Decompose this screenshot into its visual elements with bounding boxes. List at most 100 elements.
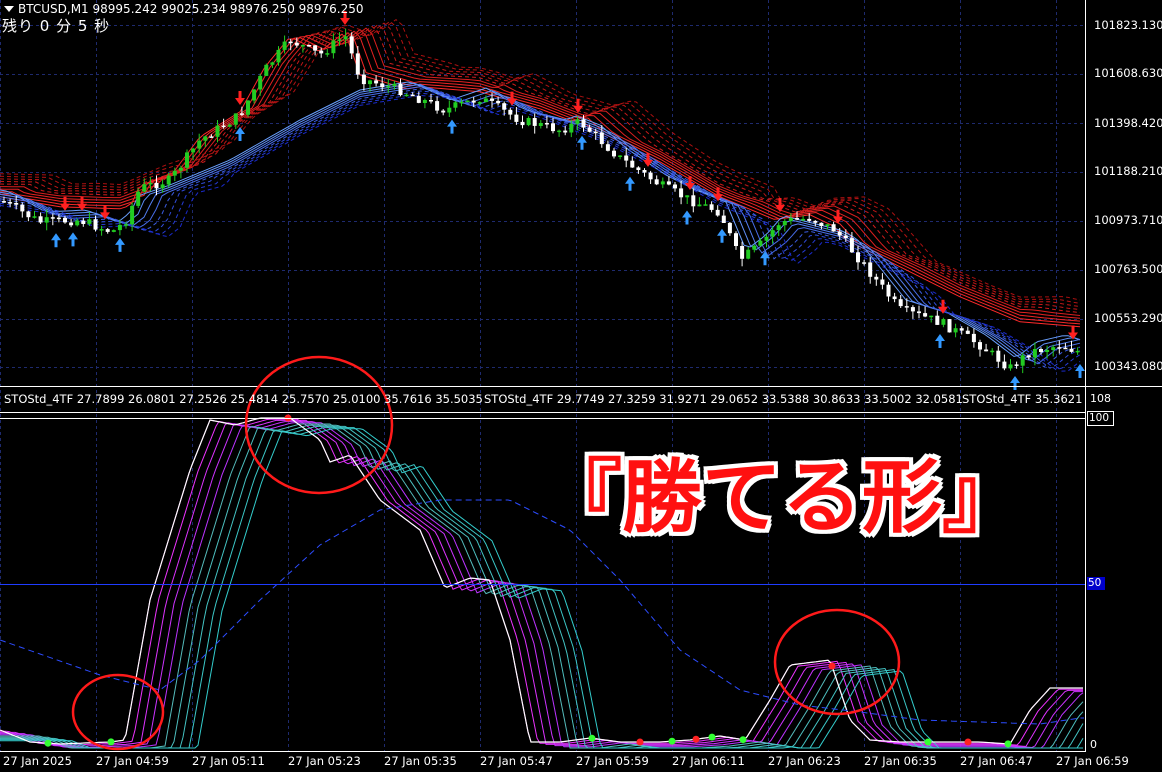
time-axis-label: 27 Jan 06:59 bbox=[1056, 754, 1129, 768]
candle-body bbox=[874, 276, 879, 280]
time-axis-label: 27 Jan 04:59 bbox=[96, 754, 169, 768]
candle-body bbox=[770, 230, 775, 237]
candle-body bbox=[1032, 349, 1037, 358]
candle-body bbox=[526, 118, 531, 126]
candle-body bbox=[313, 45, 318, 51]
up-arrow-icon bbox=[447, 119, 457, 134]
indicator-title: STOStd_4TF 29.7749 27.3259 31.9271 29.06… bbox=[484, 392, 963, 406]
candle-body bbox=[154, 182, 159, 189]
signal-dot bbox=[739, 736, 747, 744]
chart-frame bbox=[0, 0, 1162, 752]
candle-body bbox=[349, 36, 354, 54]
ribbon-upper-line bbox=[0, 20, 1081, 304]
down-arrow-icon bbox=[938, 299, 948, 314]
candle-body bbox=[130, 205, 135, 225]
signal-dot bbox=[708, 733, 716, 741]
candle-body bbox=[148, 182, 153, 185]
candle-body bbox=[429, 100, 433, 102]
candle-body bbox=[971, 333, 976, 343]
candle-body bbox=[14, 203, 19, 205]
candle-body bbox=[477, 102, 482, 104]
candle-body bbox=[984, 349, 989, 352]
candle-body bbox=[453, 102, 458, 108]
candle-body bbox=[160, 184, 165, 189]
candle-body bbox=[124, 224, 128, 226]
time-axis-label: 27 Jan 05:35 bbox=[384, 754, 457, 768]
candle-body bbox=[282, 41, 287, 50]
candle-body bbox=[117, 225, 122, 231]
candle-body bbox=[843, 235, 848, 239]
candle-body bbox=[862, 262, 867, 264]
trading-chart[interactable] bbox=[0, 0, 1162, 772]
up-arrow-icon bbox=[68, 232, 78, 247]
up-arrow-icon bbox=[717, 228, 727, 243]
candle-body bbox=[422, 100, 427, 103]
candle-body bbox=[343, 36, 348, 40]
indicator-scale-max: 108 bbox=[1090, 392, 1111, 405]
candle-body bbox=[1039, 349, 1043, 352]
candle-body bbox=[849, 238, 854, 253]
candle-body bbox=[801, 218, 806, 221]
candle-body bbox=[764, 236, 769, 241]
candle-body bbox=[557, 130, 562, 133]
candle-body bbox=[246, 100, 250, 115]
candle-body bbox=[502, 103, 507, 110]
price-axis-label: 100553.290 bbox=[1094, 311, 1162, 325]
candle-body bbox=[776, 225, 781, 231]
candle-body bbox=[819, 222, 824, 226]
candle-body bbox=[520, 121, 525, 126]
candle-body bbox=[386, 85, 391, 88]
candle-body bbox=[1057, 347, 1062, 349]
candle-body bbox=[941, 319, 946, 325]
ribbon-lower-line bbox=[0, 90, 1081, 369]
price-axis-label: 100763.500 bbox=[1094, 262, 1162, 276]
candle-body bbox=[307, 45, 311, 47]
ribbon-lower-line bbox=[0, 86, 1081, 365]
candle-body bbox=[642, 170, 647, 173]
candle-body bbox=[892, 296, 897, 300]
ribbon-lower-line bbox=[0, 92, 1081, 371]
candle-body bbox=[20, 204, 25, 212]
candle-body bbox=[837, 231, 842, 236]
candle-body bbox=[880, 279, 885, 285]
candle-body bbox=[270, 62, 275, 65]
candle-body bbox=[691, 195, 696, 207]
down-arrow-icon bbox=[235, 91, 245, 105]
ribbon-lower-line bbox=[0, 88, 1081, 368]
time-axis-label: 27 Jan 05:23 bbox=[288, 754, 361, 768]
candle-body bbox=[374, 80, 379, 84]
price-axis-label: 100973.710 bbox=[1094, 213, 1162, 227]
candle-body bbox=[398, 83, 403, 96]
down-arrow-icon bbox=[573, 98, 583, 113]
candle-body bbox=[508, 109, 513, 115]
candle-body bbox=[825, 224, 830, 226]
candle-body bbox=[569, 123, 574, 133]
candle-body bbox=[87, 219, 92, 224]
candle-body bbox=[514, 114, 519, 122]
candle-body bbox=[630, 160, 635, 168]
candle-body bbox=[660, 181, 665, 185]
candle-body bbox=[532, 118, 537, 126]
candle-body bbox=[697, 204, 702, 207]
candle-body bbox=[795, 218, 799, 220]
candle-body bbox=[459, 101, 464, 104]
candle-body bbox=[746, 249, 751, 259]
signal-dot bbox=[668, 737, 676, 745]
candle-body bbox=[654, 179, 659, 185]
candle-body bbox=[435, 101, 440, 111]
price-axis-label: 101398.420 bbox=[1094, 116, 1162, 130]
candle-body bbox=[337, 39, 342, 41]
candle-body bbox=[685, 195, 690, 198]
time-axis-label: 27 Jan 05:47 bbox=[480, 754, 553, 768]
candle-body bbox=[276, 49, 281, 63]
candle-body bbox=[703, 204, 708, 206]
symbol-dropdown-icon[interactable] bbox=[4, 6, 14, 12]
winning-pattern-annotation: 『勝てる形』 bbox=[542, 451, 1022, 544]
candle-body bbox=[1014, 364, 1019, 366]
candle-body bbox=[666, 181, 671, 185]
candle-body bbox=[447, 107, 452, 113]
candle-body bbox=[831, 224, 836, 232]
candle-body bbox=[648, 172, 653, 180]
candle-body bbox=[105, 229, 110, 232]
candle-body bbox=[490, 98, 494, 101]
